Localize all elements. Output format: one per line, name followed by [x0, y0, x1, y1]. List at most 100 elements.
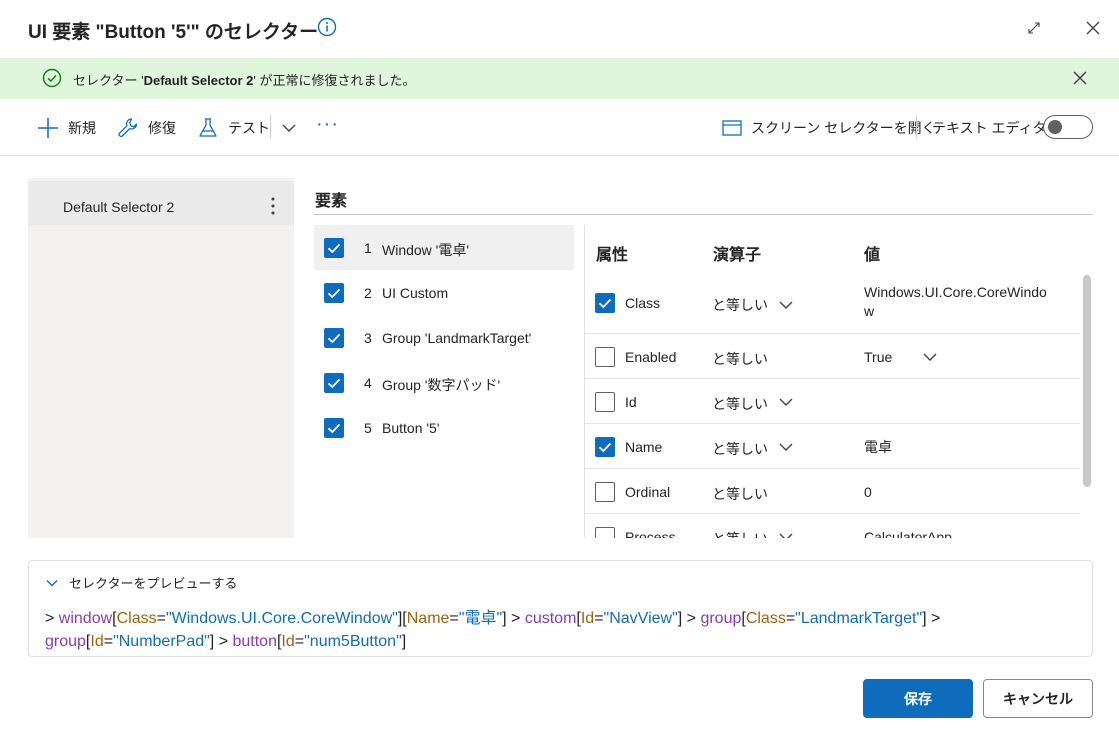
attribute-checkbox[interactable]	[595, 293, 615, 313]
operator-dropdown-chevron-icon[interactable]	[778, 439, 794, 455]
selector-item-label: Default Selector 2	[63, 199, 175, 215]
element-list: 1 Window '電卓' 2 UI Custom 3 Group 'LandmarkTa…	[314, 225, 574, 450]
preview-token: ][	[397, 610, 407, 627]
test-dropdown-chevron-icon[interactable]	[281, 120, 297, 136]
preview-token: Id	[281, 633, 295, 650]
operator-dropdown-chevron-icon[interactable]	[778, 297, 794, 313]
preview-token: =	[785, 610, 796, 627]
banner-close-icon[interactable]	[1072, 70, 1088, 86]
success-banner: セレクター 'Default Selector 2' が正常に修復されました。	[0, 58, 1119, 99]
attribute-name: Id	[625, 394, 637, 410]
more-options-button[interactable]: ···	[316, 113, 339, 136]
expand-icon[interactable]	[1026, 20, 1042, 36]
toolbar-divider	[270, 115, 271, 139]
attribute-row-process: Process と等しい CalculatorApp	[585, 514, 1080, 538]
value-dropdown-chevron-icon[interactable]	[922, 349, 938, 365]
new-button[interactable]: 新規	[37, 117, 96, 139]
attribute-row-enabled: Enabled と等しい True	[585, 334, 1080, 379]
preview-token: "Windows.UI.Core.CoreWindow"	[165, 610, 398, 627]
attribute-value[interactable]: True	[864, 348, 892, 367]
attribute-value[interactable]: 電卓	[864, 438, 892, 457]
attribute-checkbox[interactable]	[595, 527, 615, 538]
preview-token: ] >	[502, 610, 525, 627]
element-name: Window '電卓'	[382, 242, 470, 258]
preview-token: "電卓"	[458, 610, 503, 627]
banner-selector-name: Default Selector 2	[143, 73, 254, 88]
selector-item[interactable]: Default Selector 2	[28, 181, 294, 225]
more-vertical-icon[interactable]	[265, 195, 281, 217]
dialog-title: UI 要素 "Button '5'" のセレクター	[28, 22, 319, 43]
preview-token: ] >	[922, 610, 941, 627]
preview-token: "LandmarkTarget"	[795, 610, 923, 627]
attribute-checkbox[interactable]	[595, 482, 615, 502]
preview-token: =	[594, 610, 604, 627]
cancel-button[interactable]: キャンセル	[983, 679, 1093, 718]
info-icon[interactable]	[317, 17, 337, 37]
element-checkbox[interactable]	[324, 373, 344, 393]
attribute-operator[interactable]: と等しい	[712, 349, 768, 369]
element-list-item[interactable]: 5 Button '5'	[314, 405, 574, 450]
element-checkbox[interactable]	[324, 328, 344, 348]
element-index: 5	[364, 420, 372, 436]
element-list-item[interactable]: 4 Group '数字パッド'	[314, 360, 574, 405]
element-list-item[interactable]: 2 UI Custom	[314, 270, 574, 315]
attribute-operator[interactable]: と等しい	[712, 295, 768, 315]
preview-token: group	[45, 633, 86, 650]
element-name: Button '5'	[382, 420, 440, 436]
checkmark-icon	[327, 243, 341, 254]
attribute-value[interactable]: 0	[864, 483, 872, 502]
preview-token: =	[103, 633, 114, 650]
element-index: 2	[364, 285, 372, 301]
element-index: 1	[364, 240, 372, 256]
attribute-checkbox[interactable]	[595, 347, 615, 367]
selector-list-panel: Default Selector 2	[28, 178, 294, 538]
preview-toggle[interactable]: セレクターをプレビューする	[45, 573, 237, 592]
attribute-operator[interactable]: と等しい	[712, 484, 768, 504]
toolbar-divider	[916, 115, 917, 139]
attribute-name: Enabled	[625, 349, 677, 365]
attribute-operator[interactable]: と等しい	[712, 394, 768, 414]
value-header: 値	[864, 247, 881, 264]
operator-header: 演算子	[713, 247, 762, 264]
element-list-item[interactable]: 3 Group 'LandmarkTarget'	[314, 315, 574, 360]
element-checkbox[interactable]	[324, 238, 344, 258]
repair-button[interactable]: 修復	[117, 117, 176, 139]
toggle-knob	[1048, 120, 1062, 134]
attribute-row-class: Class と等しい Windows.UI.Core.CoreWindo w	[585, 275, 1080, 334]
close-icon[interactable]	[1085, 20, 1101, 36]
checkmark-icon	[598, 298, 612, 309]
element-checkbox[interactable]	[324, 283, 344, 303]
text-editor-toggle[interactable]	[1043, 115, 1093, 139]
window-icon	[722, 120, 742, 136]
preview-token: Class	[745, 610, 786, 627]
attribute-name: Process	[625, 529, 676, 538]
attribute-checkbox[interactable]	[595, 392, 615, 412]
attribute-operator[interactable]: と等しい	[712, 439, 768, 459]
preview-token: "num5Button"	[304, 633, 402, 650]
attribute-checkbox[interactable]	[595, 437, 615, 457]
open-screen-selector-button[interactable]: スクリーン セレクターを開く	[722, 117, 936, 139]
attribute-operator[interactable]: と等しい	[712, 529, 768, 538]
operator-dropdown-chevron-icon[interactable]	[778, 394, 794, 410]
attribute-table-scrollbar[interactable]	[1083, 275, 1091, 487]
preview-token: Id	[90, 633, 104, 650]
operator-dropdown-chevron-icon[interactable]	[778, 529, 794, 538]
element-name: UI Custom	[382, 285, 449, 301]
test-button[interactable]: テスト	[197, 117, 270, 139]
attribute-value[interactable]: CalculatorApp	[864, 528, 952, 538]
attribute-name: Name	[625, 439, 663, 455]
flask-icon	[199, 118, 217, 137]
preview-token: ]	[401, 633, 407, 650]
attribute-value[interactable]: Windows.UI.Core.CoreWindo w	[864, 283, 1047, 321]
attribute-row-name: Name と等しい 電卓	[585, 424, 1080, 469]
element-index: 4	[364, 375, 372, 391]
preview-token: =	[294, 633, 305, 650]
preview-token: window	[58, 610, 113, 627]
checkmark-icon	[327, 423, 341, 434]
element-checkbox[interactable]	[324, 418, 344, 438]
preview-token: "NumberPad"	[113, 633, 210, 650]
preview-token: >	[45, 610, 59, 627]
element-list-item[interactable]: 1 Window '電卓'	[314, 225, 574, 270]
save-button[interactable]: 保存	[863, 679, 973, 718]
checkmark-icon	[327, 288, 341, 299]
